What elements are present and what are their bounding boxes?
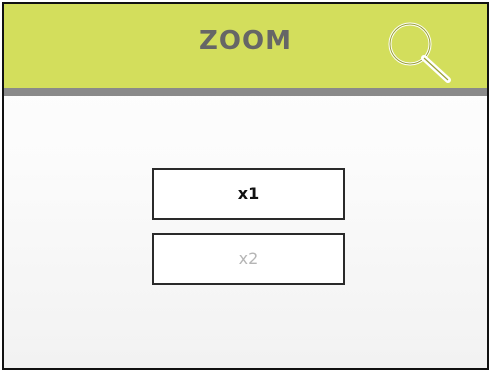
zoom-x1-button[interactable]: x1 (152, 168, 345, 220)
header-divider (4, 88, 487, 96)
search-icon[interactable] (382, 18, 458, 84)
zoom-panel: ZOOM x1 x2 (2, 2, 489, 370)
zoom-x2-button[interactable]: x2 (152, 233, 345, 285)
header-bar: ZOOM (4, 4, 487, 88)
